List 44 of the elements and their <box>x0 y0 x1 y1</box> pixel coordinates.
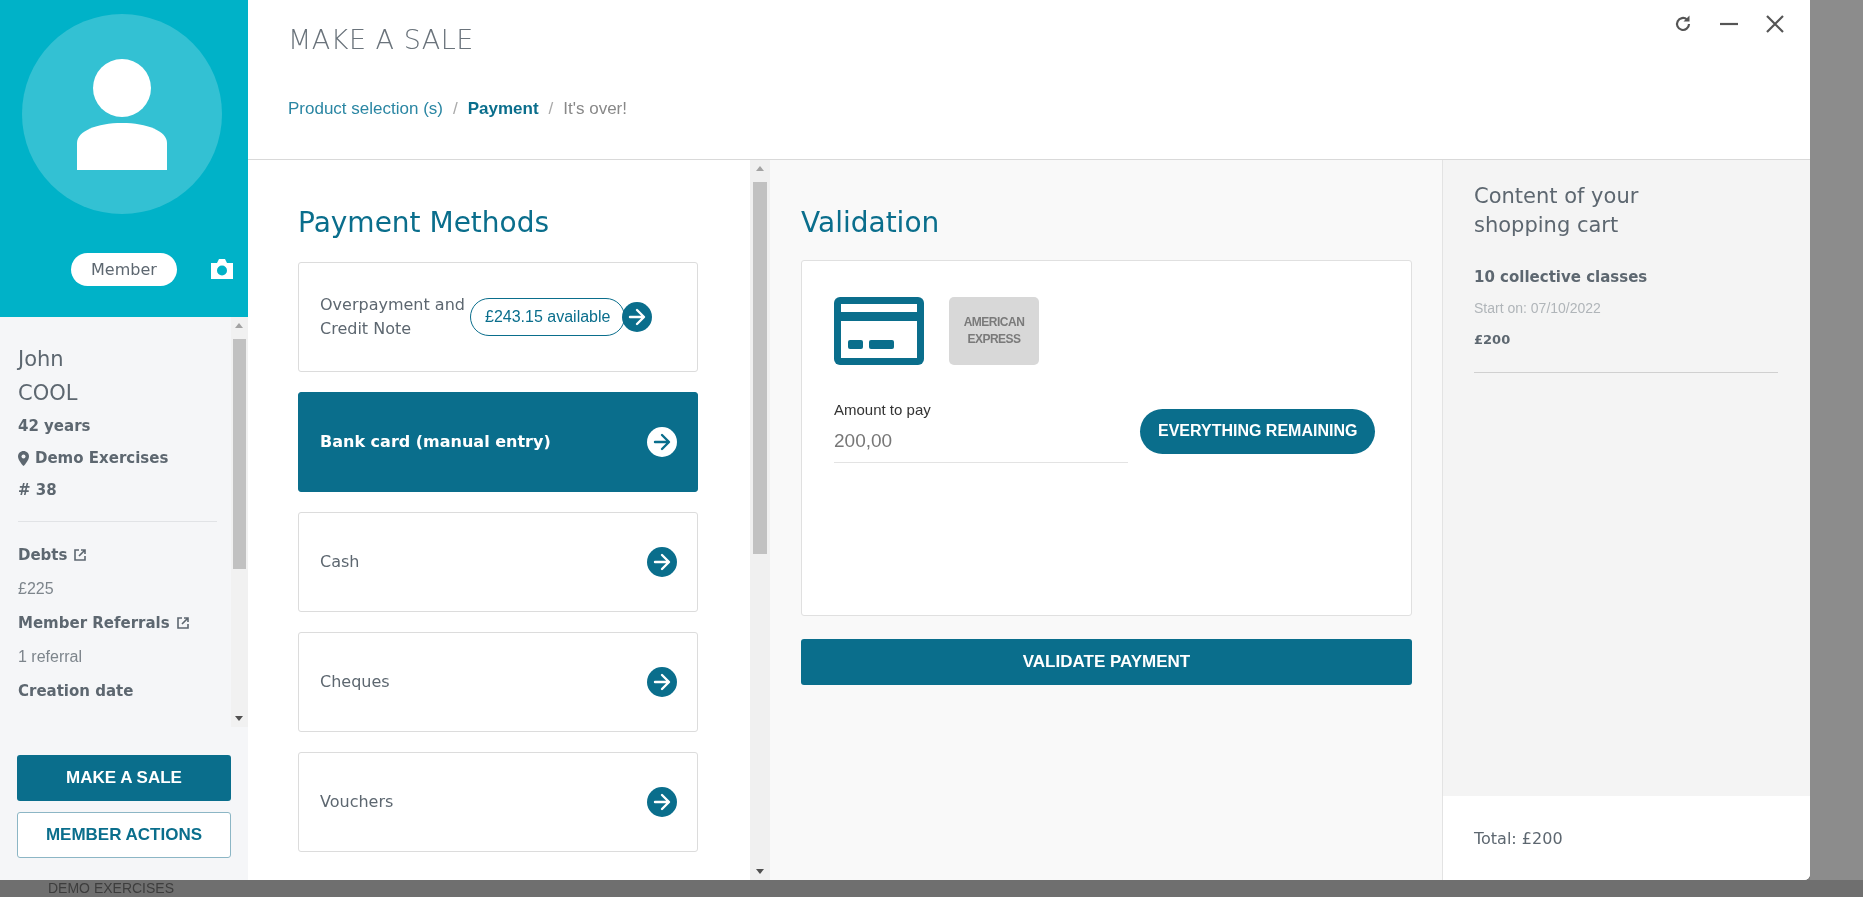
breadcrumb-separator: / <box>548 99 554 119</box>
modal-title: MAKE A SALE <box>288 24 475 55</box>
cart-item-price: £200 <box>1474 332 1778 373</box>
validate-payment-button[interactable]: VALIDATE PAYMENT <box>801 639 1412 685</box>
section-title: Payment Methods <box>298 206 551 239</box>
payment-method-card[interactable]: Overpayment and Credit Note £243.15 available <box>298 262 698 372</box>
external-link-icon[interactable] <box>73 548 88 562</box>
breadcrumb-step[interactable]: Product selection (s) <box>288 99 443 119</box>
field-value: 1 referral <box>18 648 84 666</box>
everything-remaining-button[interactable]: EVERYTHING REMAINING <box>1140 408 1376 454</box>
payment-method-card[interactable]: Cash <box>298 512 698 612</box>
cart-total: Total: £200 <box>1474 828 1563 848</box>
field-label: Debts <box>18 546 68 564</box>
scrollbar[interactable] <box>231 317 248 727</box>
amount-field[interactable]: Amount to pay 200,00 <box>834 401 1128 463</box>
cart-item-start-date: Start on: 07/10/2022 <box>1474 300 1602 316</box>
external-link-icon[interactable] <box>175 616 190 630</box>
make-sale-button[interactable]: MAKE A SALE <box>17 755 231 801</box>
member-age: 42 years <box>18 417 92 435</box>
breadcrumb-step: Payment <box>467 99 539 119</box>
breadcrumb-separator: / <box>452 99 458 119</box>
refresh-icon[interactable] <box>1673 14 1693 34</box>
section-title: Validation <box>801 206 941 239</box>
first-name: John <box>18 347 65 371</box>
credit-card-icon[interactable] <box>834 297 924 365</box>
scrollbar[interactable] <box>750 160 770 880</box>
close-icon[interactable] <box>1765 14 1785 34</box>
breadcrumb-step: It's over! <box>563 99 627 119</box>
last-name: COOL <box>18 381 79 405</box>
payment-method-card[interactable]: Bank card (manual entry) <box>298 392 698 492</box>
amex-logo[interactable]: AMERICAN EXPRESS <box>949 297 1039 365</box>
member-badge: Member <box>71 253 177 286</box>
cart-item-name: 10 collective classes <box>1474 268 1649 286</box>
payment-method-card[interactable]: Vouchers <box>298 752 698 852</box>
field-value: £225 <box>18 580 55 598</box>
field-label: Creation date <box>18 682 134 700</box>
payment-method-card[interactable]: Cheques <box>298 632 698 732</box>
location-pin-icon <box>18 450 29 466</box>
member-number: # 38 <box>18 481 58 499</box>
member-actions-button[interactable]: MEMBER ACTIONS <box>17 812 231 858</box>
member-location: Demo Exercises <box>35 449 169 467</box>
cart-title: Content of your shopping cart <box>1474 183 1640 239</box>
camera-icon[interactable] <box>209 258 235 280</box>
field-label: Member Referrals <box>18 614 170 632</box>
